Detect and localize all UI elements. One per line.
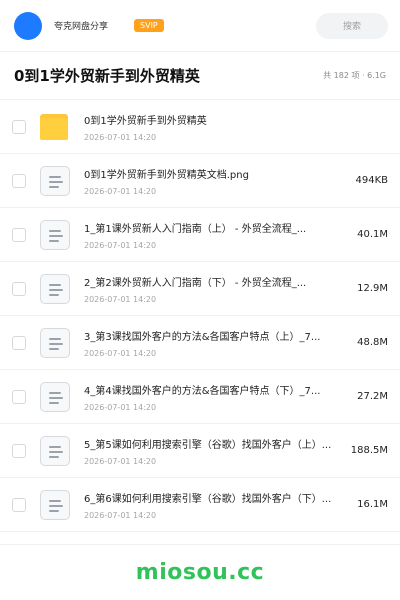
- brand-name: 夸克网盘分享: [54, 22, 109, 32]
- svip-badge: SVIP: [134, 19, 164, 32]
- file-list: 0到1学外贸新手到外贸精英 2026-07-01 14:20 0到1学外贸新手到…: [0, 100, 400, 532]
- item-summary: 共 182 项 · 6.1G: [323, 71, 386, 80]
- file-name: 6_第6课如何利用搜索引擎（谷歌）找国外客户（下）...: [84, 493, 332, 505]
- document-icon: [40, 273, 70, 304]
- footer-divider: [0, 544, 400, 545]
- document-icon: [40, 435, 70, 466]
- search-input[interactable]: 搜索: [316, 12, 388, 39]
- list-item[interactable]: 3_第3课找国外客户的方法&各国客户特点（上）_7... 2026-07-01 …: [0, 316, 400, 370]
- folder-icon: [40, 112, 70, 142]
- select-checkbox[interactable]: [12, 173, 26, 188]
- file-time: 2026-07-01 14:20: [84, 132, 157, 142]
- document-icon: [40, 327, 70, 358]
- file-size: 12.9M: [357, 283, 388, 294]
- file-name: 3_第3课找国外客户的方法&各国客户特点（上）_7...: [84, 331, 321, 343]
- file-name: 1_第1课外贸新人入门指南（上） - 外贸全流程_...: [84, 223, 307, 235]
- file-size: 48.8M: [357, 337, 388, 348]
- list-item[interactable]: 4_第4课找国外客户的方法&各国客户特点（下）_7... 2026-07-01 …: [0, 370, 400, 424]
- file-time: 2026-07-01 14:20: [84, 348, 157, 358]
- list-item[interactable]: 2_第2课外贸新人入门指南（下） - 外贸全流程_... 2026-07-01 …: [0, 262, 400, 316]
- file-size: 27.2M: [357, 391, 388, 402]
- page-title: 0到1学外贸新手到外贸精英: [14, 67, 200, 85]
- file-time: 2026-07-01 14:20: [84, 456, 157, 466]
- file-size: 40.1M: [357, 229, 388, 240]
- file-name: 5_第5课如何利用搜索引擎（谷歌）找国外客户（上）...: [84, 439, 332, 451]
- file-info: 1_第1课外贸新人入门指南（上） - 外贸全流程_... 2026-07-01 …: [84, 220, 340, 250]
- list-item[interactable]: 6_第6课如何利用搜索引擎（谷歌）找国外客户（下）... 2026-07-01 …: [0, 478, 400, 532]
- file-name: 0到1学外贸新手到外贸精英文档.png: [84, 169, 249, 181]
- file-name: 4_第4课找国外客户的方法&各国客户特点（下）_7...: [84, 385, 321, 397]
- select-checkbox[interactable]: [12, 497, 26, 512]
- file-info: 3_第3课找国外客户的方法&各国客户特点（上）_7... 2026-07-01 …: [84, 328, 340, 358]
- select-checkbox[interactable]: [12, 227, 26, 242]
- select-checkbox[interactable]: [12, 389, 26, 404]
- file-size: 494KB: [355, 175, 388, 186]
- file-info: 5_第5课如何利用搜索引擎（谷歌）找国外客户（上）... 2026-07-01 …: [84, 436, 340, 466]
- list-item[interactable]: 5_第5课如何利用搜索引擎（谷歌）找国外客户（上）... 2026-07-01 …: [0, 424, 400, 478]
- file-size: 188.5M: [350, 445, 388, 456]
- select-checkbox[interactable]: [12, 119, 26, 134]
- file-time: 2026-07-01 14:20: [84, 240, 157, 250]
- document-icon: [40, 219, 70, 250]
- file-size: 16.1M: [357, 499, 388, 510]
- document-icon: [40, 165, 70, 196]
- list-item[interactable]: 0到1学外贸新手到外贸精英 2026-07-01 14:20: [0, 100, 400, 154]
- file-time: 2026-07-01 14:20: [84, 510, 157, 520]
- file-info: 2_第2课外贸新人入门指南（下） - 外贸全流程_... 2026-07-01 …: [84, 274, 340, 304]
- avatar[interactable]: [14, 11, 42, 40]
- file-name: 0到1学外贸新手到外贸精英: [84, 115, 207, 127]
- file-info: 4_第4课找国外客户的方法&各国客户特点（下）_7... 2026-07-01 …: [84, 382, 340, 412]
- file-time: 2026-07-01 14:20: [84, 186, 157, 196]
- list-item[interactable]: 1_第1课外贸新人入门指南（上） - 外贸全流程_... 2026-07-01 …: [0, 208, 400, 262]
- select-checkbox[interactable]: [12, 443, 26, 458]
- document-icon: [40, 489, 70, 520]
- file-name: 2_第2课外贸新人入门指南（下） - 外贸全流程_...: [84, 277, 307, 289]
- file-info: 6_第6课如何利用搜索引擎（谷歌）找国外客户（下）... 2026-07-01 …: [84, 490, 340, 520]
- share-header: 夸克网盘分享 SVIP 搜索: [0, 0, 400, 52]
- watermark: miosou.cc: [135, 560, 265, 585]
- list-item[interactable]: 0到1学外贸新手到外贸精英文档.png 2026-07-01 14:20 494…: [0, 154, 400, 208]
- select-checkbox[interactable]: [12, 335, 26, 350]
- document-icon: [40, 381, 70, 412]
- folder-title-row: 0到1学外贸新手到外贸精英 共 182 项 · 6.1G: [0, 52, 400, 100]
- file-info: 0到1学外贸新手到外贸精英 2026-07-01 14:20: [84, 112, 340, 142]
- file-time: 2026-07-01 14:20: [84, 402, 157, 412]
- file-time: 2026-07-01 14:20: [84, 294, 157, 304]
- select-checkbox[interactable]: [12, 281, 26, 296]
- file-info: 0到1学外贸新手到外贸精英文档.png 2026-07-01 14:20: [84, 166, 340, 196]
